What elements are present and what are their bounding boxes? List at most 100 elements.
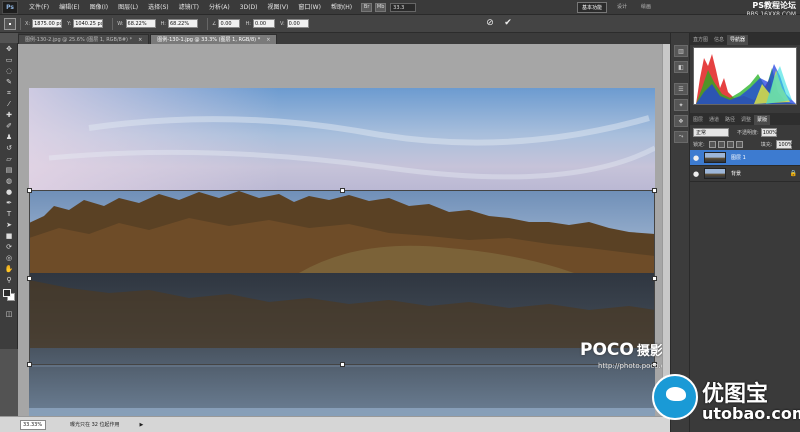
lock-transparency-toggle[interactable] xyxy=(708,141,716,148)
styles-panel-icon[interactable]: ✦ xyxy=(674,99,688,111)
menu-edit[interactable]: 编辑(E) xyxy=(54,0,84,15)
app-logo: Ps xyxy=(2,0,18,14)
visibility-eye-icon[interactable]: ● xyxy=(693,154,701,162)
options-bar: X: 1875.00 px Y: 1040.25 px W: 68.22% H:… xyxy=(0,15,800,33)
zoom-select[interactable]: 33.3 xyxy=(390,2,417,12)
site-watermark-title: PS教程论坛 xyxy=(752,1,796,10)
w-field[interactable]: 68.22% xyxy=(125,19,156,28)
canvas-area[interactable]: POCO摄影专题 http://photo.poco.cn/ xyxy=(18,44,670,416)
tab-layers-panel[interactable]: 图层 xyxy=(690,115,706,125)
crop-tool-icon[interactable]: ⌗ xyxy=(2,88,16,98)
zoom-level-field[interactable]: 33.33% xyxy=(20,419,46,430)
angle-field[interactable]: 0.00 xyxy=(218,19,241,28)
pen-tool-icon[interactable]: ✒ xyxy=(2,198,16,208)
menu-select[interactable]: 选择(S) xyxy=(143,0,174,15)
fill-field[interactable]: 100% xyxy=(776,140,793,149)
menu-view[interactable]: 视图(V) xyxy=(263,0,294,15)
tab-navigator[interactable]: 导航器 xyxy=(727,35,749,45)
navigator-panel-icon[interactable]: ◧ xyxy=(674,61,688,73)
menu-analysis[interactable]: 分析(A) xyxy=(204,0,235,15)
tab-info[interactable]: 信息 xyxy=(711,35,727,45)
lock-position-toggle[interactable] xyxy=(726,141,734,148)
tab-adjustments-panel[interactable]: 调整 xyxy=(738,115,754,125)
foreground-color-swatch[interactable] xyxy=(3,289,11,297)
histogram-panel-icon[interactable]: ▥ xyxy=(674,45,688,57)
3d-rotate-tool-icon[interactable]: ⟳ xyxy=(2,242,16,252)
vertical-scrollbar[interactable] xyxy=(662,44,670,416)
menubar-icons: Br Mb xyxy=(361,2,387,12)
menu-image[interactable]: 图像(I) xyxy=(85,0,113,15)
workspace-design-link[interactable]: 设计 xyxy=(617,3,627,10)
menu-window[interactable]: 窗口(W) xyxy=(293,0,326,15)
menu-layer[interactable]: 图层(L) xyxy=(113,0,143,15)
menu-filter[interactable]: 滤镜(T) xyxy=(174,0,204,15)
document-image[interactable] xyxy=(29,88,655,416)
opacity-field[interactable]: 100% xyxy=(760,127,777,137)
layers-panel-tabs: 图层 通道 路径 调整 蒙版 xyxy=(690,113,800,125)
h-field[interactable]: 68.22% xyxy=(168,19,198,28)
status-menu-arrow-icon[interactable]: ▶ xyxy=(140,422,144,428)
move-tool-icon[interactable]: ✥ xyxy=(2,44,16,54)
color-swatches[interactable] xyxy=(3,289,15,301)
3d-camera-tool-icon[interactable]: ◎ xyxy=(2,253,16,263)
channels-panel-icon[interactable]: ❖ xyxy=(674,115,688,127)
menu-bar: Ps 文件(F) 编辑(E) 图像(I) 图层(L) 选择(S) 滤镜(T) 分… xyxy=(0,0,800,18)
visibility-eye-icon[interactable]: ● xyxy=(693,170,701,178)
tab-document-1[interactable]: 图例-130-1.jpg @ 33.3% (图层 1, RGB/8) * × xyxy=(150,34,278,44)
gradient-tool-icon[interactable]: ▤ xyxy=(2,165,16,175)
menu-file[interactable]: 文件(F) xyxy=(24,0,54,15)
quick-mask-icon[interactable]: ◫ xyxy=(2,309,16,319)
bird-logo-icon xyxy=(652,374,698,420)
close-icon[interactable]: × xyxy=(266,37,270,43)
eraser-tool-icon[interactable]: ▱ xyxy=(2,154,16,164)
commit-transform-icon[interactable]: ✔ xyxy=(502,17,514,29)
cancel-transform-icon[interactable]: ⊘ xyxy=(484,17,496,29)
tab-channels-panel[interactable]: 通道 xyxy=(706,115,722,125)
lock-pixels-toggle[interactable] xyxy=(717,141,725,148)
tab-paths-panel[interactable]: 路径 xyxy=(722,115,738,125)
lasso-tool-icon[interactable]: ◌ xyxy=(2,66,16,76)
hand-tool-icon[interactable]: ✋ xyxy=(2,264,16,274)
bridge-icon[interactable]: Br xyxy=(361,2,373,12)
path-select-tool-icon[interactable]: ➤ xyxy=(2,220,16,230)
dodge-tool-icon[interactable]: ● xyxy=(2,187,16,197)
tab-masks-panel[interactable]: 蒙版 xyxy=(754,115,771,125)
blur-tool-icon[interactable]: ◍ xyxy=(2,176,16,186)
h-skew-field[interactable]: 0.00 xyxy=(252,19,275,28)
menu-help[interactable]: 帮助(H) xyxy=(326,0,357,15)
zoom-tool-icon[interactable]: ⚲ xyxy=(2,275,16,285)
utobao-watermark: 优图宝 utobao.com xyxy=(652,370,800,432)
close-icon[interactable]: × xyxy=(138,37,142,43)
blend-mode-select[interactable]: 正常 xyxy=(693,127,729,137)
tab-label: 图例-130-1.jpg @ 33.3% (图层 1, RGB/8) * xyxy=(157,37,261,43)
lock-all-toggle[interactable] xyxy=(735,141,743,148)
status-text: 曝光只在 32 位起作用 xyxy=(70,422,120,428)
x-field[interactable]: 1875.00 px xyxy=(32,19,63,28)
paths-panel-icon[interactable]: ⤳ xyxy=(674,131,688,143)
fill-label: 填充: xyxy=(760,142,773,148)
shape-tool-icon[interactable]: ■ xyxy=(2,231,16,241)
quick-select-tool-icon[interactable]: ✎ xyxy=(2,77,16,87)
y-field[interactable]: 1040.25 px xyxy=(73,19,104,28)
tab-histogram[interactable]: 直方图 xyxy=(690,35,711,45)
brush-tool-icon[interactable]: ✐ xyxy=(2,121,16,131)
lock-row: 锁定: 填充: 100% xyxy=(690,139,800,150)
layer-row-background[interactable]: ● 背景 🔒 xyxy=(690,166,800,182)
minibridge-icon[interactable]: Mb xyxy=(375,2,387,12)
stamp-tool-icon[interactable]: ♟ xyxy=(2,132,16,142)
type-tool-icon[interactable]: T xyxy=(2,209,16,219)
menu-3d[interactable]: 3D(D) xyxy=(235,0,263,15)
eyedropper-tool-icon[interactable]: ⁄ xyxy=(2,99,16,109)
history-brush-tool-icon[interactable]: ↺ xyxy=(2,143,16,153)
tab-document-2[interactable]: 图例-130-2.jpg @ 25.6% (图层 1, RGB/8#) * × xyxy=(18,34,150,44)
v-skew-field[interactable]: 0.00 xyxy=(286,19,309,28)
workspace-painting-link[interactable]: 绘画 xyxy=(641,3,651,10)
workspace-essentials-button[interactable]: 基本功能 xyxy=(577,2,607,13)
commit-icons: ⊘ ✔ xyxy=(484,17,514,29)
adjustments-panel-icon[interactable]: ☰ xyxy=(674,83,688,95)
healing-tool-icon[interactable]: ✚ xyxy=(2,110,16,120)
reference-point-icon[interactable] xyxy=(4,17,16,30)
layer-row-layer1[interactable]: ● 图层 1 xyxy=(690,150,800,166)
marquee-tool-icon[interactable]: ▭ xyxy=(2,55,16,65)
layer-thumbnail xyxy=(704,168,726,179)
